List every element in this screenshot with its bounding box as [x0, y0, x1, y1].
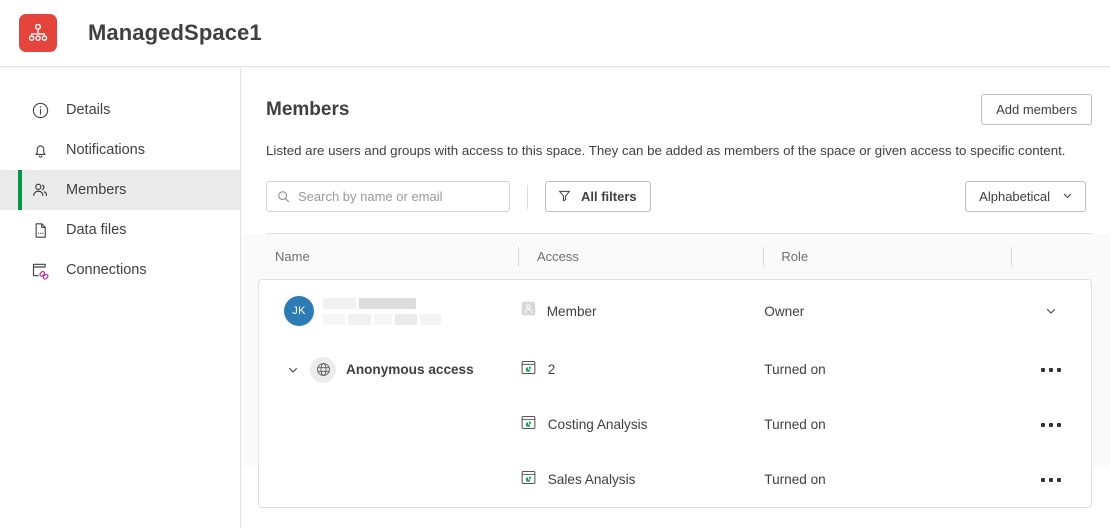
- avatar: JK: [284, 296, 314, 326]
- more-horizontal-icon[interactable]: [1040, 367, 1061, 372]
- app-chart-icon: [520, 359, 537, 381]
- app-chart-icon: [520, 414, 537, 436]
- chevron-down-icon: [1061, 189, 1074, 205]
- search-input[interactable]: [267, 182, 509, 211]
- search-icon: [276, 189, 291, 209]
- toolbar-divider: [527, 184, 528, 209]
- members-table: Name Access Role JK Member Owner Anonymo…: [242, 234, 1110, 508]
- search-box[interactable]: [266, 181, 510, 212]
- add-members-button[interactable]: Add members: [981, 94, 1092, 125]
- all-filters-label: All filters: [581, 189, 637, 204]
- sidebar-item-label: Members: [66, 182, 127, 198]
- member-role-cell: Owner: [764, 303, 805, 319]
- app-header: ManagedSpace1: [0, 0, 1110, 67]
- group-name-cell: Anonymous access: [259, 356, 520, 383]
- main-panel: Members Add members Listed are users and…: [242, 68, 1110, 528]
- page-title: Members: [266, 99, 350, 120]
- member-role-dropdown[interactable]: [1011, 304, 1091, 318]
- sidebar-item-label: Notifications: [66, 142, 145, 158]
- managed-space-icon: [19, 14, 57, 52]
- more-horizontal-icon[interactable]: [1040, 477, 1061, 482]
- row-actions[interactable]: [1011, 422, 1091, 427]
- sidebar-item-details[interactable]: Details: [0, 90, 240, 130]
- row-actions[interactable]: [1011, 367, 1091, 372]
- column-header-actions: [1012, 234, 1092, 279]
- chevron-down-icon[interactable]: [284, 361, 302, 379]
- info-circle-icon: [30, 100, 50, 120]
- row-actions[interactable]: [1011, 477, 1091, 482]
- page-description: Listed are users and groups with access …: [266, 143, 1066, 158]
- filter-funnel-icon: [557, 188, 572, 206]
- sidebar-item-notifications[interactable]: Notifications: [0, 130, 240, 170]
- connections-icon: [30, 260, 50, 280]
- app-chart-icon: [520, 469, 537, 491]
- member-access-label: Member: [546, 303, 597, 319]
- members-header: Members Add members Listed are users and…: [242, 68, 1110, 234]
- members-page: ManagedSpace1 Details Notifications Memb…: [0, 0, 1110, 528]
- content-role-cell: Turned on: [764, 417, 826, 432]
- group-role-cell: Turned on: [764, 362, 826, 377]
- sidebar-item-data-files[interactable]: Data files: [0, 210, 240, 250]
- members-card: JK Member Owner Anonymous access 2 Turne…: [258, 279, 1092, 508]
- table-row[interactable]: Costing Analysis Turned on: [259, 397, 1091, 452]
- sort-dropdown[interactable]: Alphabetical: [965, 181, 1086, 212]
- sort-dropdown-label: Alphabetical: [979, 189, 1050, 204]
- space-title: ManagedSpace1: [88, 20, 262, 45]
- redacted-identity: [323, 297, 441, 325]
- content-access-label: Sales Analysis: [547, 472, 636, 487]
- member-name-cell: JK: [259, 296, 520, 326]
- data-file-icon: [30, 220, 50, 240]
- content-access-cell: Costing Analysis: [520, 414, 765, 436]
- group-access-count: 2: [547, 362, 556, 377]
- content-role-cell: Turned on: [764, 472, 826, 487]
- globe-icon: [310, 356, 336, 383]
- people-icon: [30, 180, 50, 200]
- member-badge-icon: [520, 300, 537, 322]
- sidebar-item-label: Details: [66, 102, 111, 118]
- table-row[interactable]: Sales Analysis Turned on: [259, 452, 1091, 507]
- all-filters-button[interactable]: All filters: [545, 181, 651, 212]
- column-header-name: Name: [274, 234, 519, 279]
- content-access-label: Costing Analysis: [547, 417, 648, 432]
- group-name-label: Anonymous access: [346, 362, 474, 377]
- table-row[interactable]: JK Member Owner: [259, 280, 1091, 342]
- column-header-role: Role: [764, 234, 1012, 279]
- more-horizontal-icon[interactable]: [1040, 422, 1061, 427]
- group-access-cell: 2: [520, 359, 765, 381]
- sidebar-item-label: Connections: [66, 262, 147, 278]
- member-access-cell: Member: [520, 300, 765, 322]
- sidebar-item-connections[interactable]: Connections: [0, 250, 240, 290]
- bell-icon: [30, 140, 50, 160]
- content-access-cell: Sales Analysis: [520, 469, 765, 491]
- chevron-down-icon[interactable]: [1044, 304, 1058, 318]
- column-header-access: Access: [519, 234, 765, 279]
- sidebar-item-label: Data files: [66, 222, 127, 238]
- members-toolbar: All filters Alphabetical: [266, 181, 1092, 212]
- table-row[interactable]: Anonymous access 2 Turned on: [259, 342, 1091, 397]
- table-header-row: Name Access Role: [258, 234, 1092, 279]
- sidebar: Details Notifications Members Data files…: [0, 68, 241, 528]
- sidebar-item-members[interactable]: Members: [0, 170, 240, 210]
